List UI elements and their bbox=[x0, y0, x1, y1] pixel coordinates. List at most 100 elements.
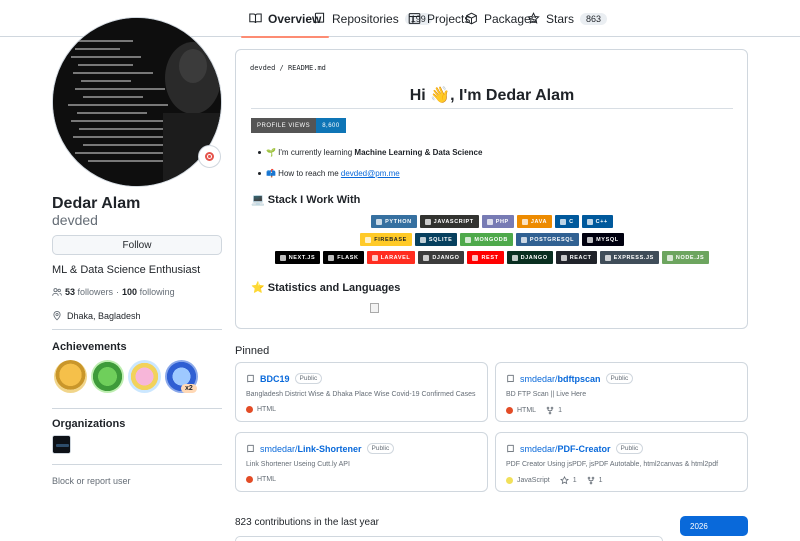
tab-packages[interactable]: Packages bbox=[465, 0, 537, 37]
repo-language: HTML bbox=[246, 406, 276, 413]
forks-link[interactable]: 1 bbox=[587, 476, 603, 485]
tech-shield-firebase: FIREBASE bbox=[360, 233, 412, 246]
tab-projects[interactable]: Projects bbox=[408, 0, 470, 37]
tech-shield-postgresql: POSTGRESQL bbox=[515, 233, 580, 246]
achievement-badge-pull-shark[interactable] bbox=[54, 360, 87, 393]
avatar[interactable] bbox=[52, 17, 222, 187]
repo-description: BD FTP Scan || Live Here bbox=[506, 391, 587, 398]
pinned-repo-card: smdedar/PDF-Creator Public PDF Creator U… bbox=[495, 432, 748, 492]
tech-logo-icon bbox=[419, 236, 426, 243]
tech-shield-express-js: EXPRESS.JS bbox=[599, 251, 659, 264]
tech-logo-icon bbox=[328, 254, 335, 261]
contributions-summary: 823 contributions in the last year bbox=[235, 517, 379, 528]
status-emoji-button[interactable] bbox=[198, 145, 221, 168]
fork-icon bbox=[587, 476, 594, 485]
shield-label: FLASK bbox=[337, 254, 359, 261]
shield-label: JAVASCRIPT bbox=[433, 218, 474, 225]
stars-count-badge: 863 bbox=[580, 12, 608, 25]
language-name: HTML bbox=[517, 407, 537, 414]
shields-row-frameworks: NEXT.JS FLASK LARAVEL DJANGO REST DJANGO REACT… bbox=[251, 251, 733, 264]
contribution-calendar bbox=[235, 536, 663, 541]
repo-description: PDF Creator Using jsPDF, jsPDF Autotable… bbox=[506, 461, 719, 468]
readme-path-file: README.md bbox=[287, 64, 326, 72]
profile-views-badge: PROFILE VIEWS 8,600 bbox=[251, 118, 346, 133]
repo-link[interactable]: BDC19 bbox=[260, 374, 290, 384]
tech-logo-icon bbox=[560, 218, 567, 225]
shield-label: PHP bbox=[495, 218, 509, 225]
shield-label: SQLITE bbox=[428, 236, 453, 243]
shield-label: DJANGO bbox=[520, 254, 548, 261]
tab-stars[interactable]: Stars 863 bbox=[527, 0, 608, 37]
repo-icon bbox=[314, 12, 325, 24]
shield-label: PYTHON bbox=[385, 218, 412, 225]
repo-language: HTML bbox=[506, 407, 536, 414]
broken-image-icon bbox=[370, 303, 379, 313]
table-icon bbox=[408, 13, 421, 24]
repo-link[interactable]: smdedar/Link-Shortener bbox=[260, 444, 362, 454]
tech-logo-icon bbox=[376, 218, 383, 225]
profile-login: devded bbox=[52, 212, 98, 228]
profile-bio: ML & Data Science Enthusiast bbox=[52, 264, 201, 276]
stars-count: 1 bbox=[572, 477, 577, 484]
tab-label: Stars bbox=[546, 11, 575, 26]
achievements-heading[interactable]: Achievements bbox=[52, 341, 127, 353]
follow-stats: 53 followers · 100 following bbox=[52, 287, 175, 297]
forks-count: 1 bbox=[558, 407, 562, 414]
learning-prefix: 🌱 I'm currently learning bbox=[266, 148, 355, 157]
achievement-badge-yolo[interactable] bbox=[128, 360, 161, 393]
organization-avatar[interactable] bbox=[52, 435, 71, 454]
follow-button[interactable]: Follow bbox=[52, 235, 222, 255]
tech-logo-icon bbox=[279, 254, 286, 261]
year-button-2026[interactable]: 2026 bbox=[680, 516, 748, 536]
heading-rule bbox=[251, 108, 733, 109]
location: Dhaka, Bagladesh bbox=[52, 310, 141, 321]
repo-icon bbox=[247, 444, 254, 452]
tech-logo-icon bbox=[666, 254, 673, 261]
repo-link[interactable]: smdedar/bdftpscan bbox=[520, 374, 601, 384]
tech-logo-icon bbox=[520, 236, 527, 243]
tech-shield-mysql: MYSQL bbox=[582, 233, 624, 246]
tech-shield-laravel: LARAVEL bbox=[366, 251, 416, 264]
star-icon bbox=[527, 12, 540, 24]
shield-label: REACT bbox=[569, 254, 592, 261]
bullet bbox=[258, 172, 261, 175]
stats-heading: ⭐ Statistics and Languages bbox=[251, 282, 401, 294]
star-icon bbox=[559, 476, 569, 485]
views-value: 8,600 bbox=[316, 118, 346, 133]
shield-label: C++ bbox=[595, 218, 608, 225]
stars-link[interactable]: 1 bbox=[559, 476, 577, 485]
forks-link[interactable]: 1 bbox=[546, 406, 562, 415]
readme-path-separator: / bbox=[275, 64, 288, 72]
email-link[interactable]: devded@pm.me bbox=[341, 169, 400, 178]
tech-shield-python: PYTHON bbox=[371, 215, 417, 228]
tech-shield-java: JAVA bbox=[516, 215, 553, 228]
tab-overview[interactable]: Overview bbox=[240, 0, 330, 38]
followers-link[interactable]: 53 followers bbox=[65, 287, 113, 297]
tech-shield-php: PHP bbox=[481, 215, 514, 228]
shield-label: DJANGO bbox=[432, 254, 460, 261]
shield-label: REST bbox=[481, 254, 499, 261]
repo-link[interactable]: smdedar/PDF-Creator bbox=[520, 444, 611, 454]
pinned-repo-card: smdedar/Link-Shortener Public Link Short… bbox=[235, 432, 488, 492]
readme-path-user[interactable]: devded bbox=[250, 64, 275, 72]
tab-label: Projects bbox=[427, 11, 471, 26]
forks-count: 1 bbox=[598, 477, 603, 484]
tech-shield-sqlite: SQLITE bbox=[414, 233, 458, 246]
shield-label: MONGODB bbox=[474, 236, 508, 243]
package-icon bbox=[466, 12, 477, 25]
tech-logo-icon bbox=[486, 218, 493, 225]
location-pin-icon bbox=[53, 311, 61, 321]
following-link[interactable]: 100 following bbox=[122, 287, 175, 297]
tech-shield-next-js: NEXT.JS bbox=[274, 251, 321, 264]
repo-name: BDC19 bbox=[260, 373, 290, 384]
repo-description: Bangladesh District Wise & Dhaka Place W… bbox=[246, 391, 476, 398]
shield-label: EXPRESS.JS bbox=[613, 254, 654, 261]
divider bbox=[52, 408, 222, 409]
pinned-heading: Pinned bbox=[235, 345, 270, 357]
organizations-heading: Organizations bbox=[52, 418, 126, 430]
visibility-badge: Public bbox=[366, 443, 395, 454]
achievement-badge-pair-extraordinaire[interactable] bbox=[91, 360, 124, 393]
separator-dot: · bbox=[116, 287, 120, 297]
profile-readme: devded / README.md Hi 👋, I'm Dedar Alam … bbox=[235, 49, 748, 329]
block-report-link[interactable]: Block or report user bbox=[52, 476, 131, 486]
